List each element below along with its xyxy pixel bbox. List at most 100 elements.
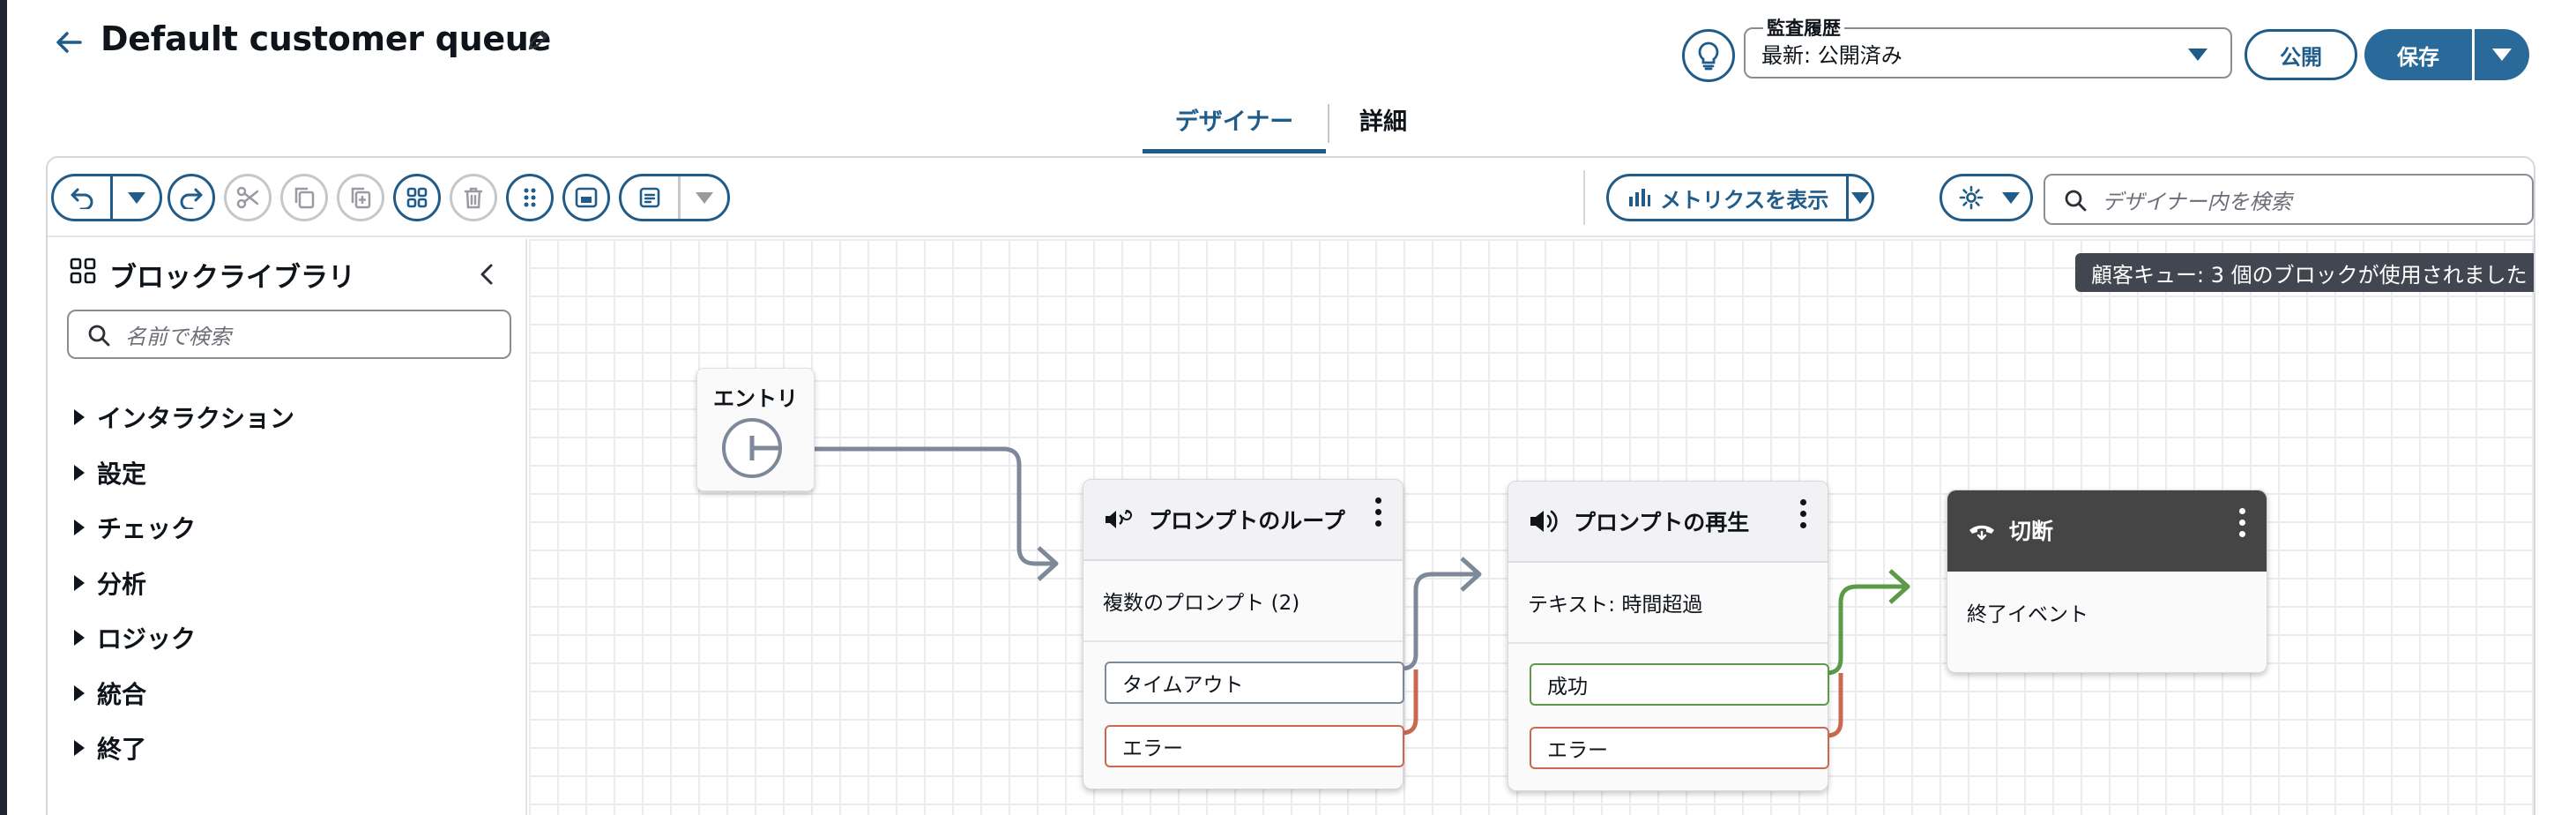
scissors-icon bbox=[236, 186, 259, 209]
select-all-button[interactable] bbox=[393, 174, 441, 221]
metrics-options-button[interactable] bbox=[1846, 176, 1872, 219]
block-library-title: ブロックライブラリ bbox=[109, 262, 355, 294]
show-metrics-label: メトリクスを表示 bbox=[1660, 187, 1829, 213]
block-description: テキスト: 時間超過 bbox=[1508, 563, 1828, 644]
category-logic[interactable]: ロジック bbox=[74, 618, 196, 657]
collapse-library-button[interactable] bbox=[471, 258, 503, 290]
notes-group bbox=[619, 174, 730, 221]
chevron-down-icon bbox=[2492, 49, 2512, 61]
branch-timeout[interactable]: タイムアウト bbox=[1105, 662, 1404, 704]
category-label: 分析 bbox=[97, 570, 147, 599]
tab-details[interactable]: 詳細 bbox=[1329, 102, 1437, 153]
duplicate-button[interactable] bbox=[337, 174, 384, 221]
category-integration[interactable]: 統合 bbox=[74, 674, 146, 713]
block-library-icon bbox=[70, 258, 96, 284]
search-icon bbox=[2065, 190, 2087, 212]
caret-right-icon bbox=[74, 630, 85, 646]
duplicate-icon bbox=[351, 187, 371, 209]
category-terminate[interactable]: 終了 bbox=[74, 729, 146, 767]
window-edge bbox=[0, 0, 7, 815]
caret-right-icon bbox=[74, 465, 85, 481]
block-search-input[interactable]: 名前で検索 bbox=[67, 310, 511, 359]
arrow-left-icon bbox=[56, 32, 82, 53]
flow-canvas[interactable]: 顧客キュー: 3 個のブロックが使用されました エントリ プロンプトのループ 複… bbox=[529, 239, 2534, 815]
publish-button[interactable]: 公開 bbox=[2245, 29, 2357, 80]
cut-button[interactable] bbox=[224, 174, 272, 221]
block-disconnect[interactable]: 切断 終了イベント bbox=[1947, 490, 2267, 673]
undo-button[interactable] bbox=[54, 176, 110, 219]
category-label: 終了 bbox=[97, 735, 147, 764]
branch-error[interactable]: エラー bbox=[1530, 727, 1829, 769]
hangup-icon bbox=[1969, 525, 1994, 541]
undo-group bbox=[51, 174, 162, 221]
caret-right-icon bbox=[74, 520, 85, 535]
block-title: 切断 bbox=[2009, 519, 2054, 544]
notes-options-button[interactable] bbox=[678, 176, 727, 219]
more-options-icon[interactable] bbox=[1373, 497, 1383, 533]
page-title: Default customer queue bbox=[101, 19, 552, 58]
designer-search-input[interactable]: デザイナー内を検索 bbox=[2044, 174, 2534, 225]
category-label: 統合 bbox=[97, 680, 147, 709]
insights-button[interactable] bbox=[1682, 29, 1735, 82]
block-header: プロンプトのループ bbox=[1083, 480, 1403, 561]
speaker-loop-icon bbox=[1106, 510, 1132, 528]
entry-start-icon bbox=[749, 436, 778, 460]
minimap-button[interactable] bbox=[562, 174, 610, 221]
category-label: チェック bbox=[97, 514, 197, 543]
back-button[interactable] bbox=[53, 26, 85, 58]
category-interaction[interactable]: インタラクション bbox=[74, 398, 294, 437]
block-library: ブロックライブラリ 名前で検索 インタラクション 設定 チェック 分析 ロジック… bbox=[48, 239, 527, 815]
chevron-down-icon bbox=[2002, 191, 2020, 204]
chevron-left-icon bbox=[480, 264, 493, 285]
category-check[interactable]: チェック bbox=[74, 508, 196, 547]
notes-button[interactable] bbox=[622, 176, 678, 219]
grid-icon bbox=[406, 187, 428, 208]
edit-title-button[interactable] bbox=[524, 25, 554, 55]
delete-button[interactable] bbox=[450, 174, 497, 221]
more-options-icon[interactable] bbox=[2237, 508, 2247, 543]
branch-error[interactable]: エラー bbox=[1105, 725, 1404, 767]
block-title: プロンプトの再生 bbox=[1574, 510, 1750, 535]
category-label: ロジック bbox=[97, 624, 197, 654]
designer-search-placeholder: デザイナー内を検索 bbox=[2102, 189, 2292, 214]
entry-node[interactable]: エントリ bbox=[696, 368, 815, 491]
drag-dots-icon bbox=[524, 188, 536, 207]
bar-chart-icon bbox=[1629, 189, 1650, 206]
undo-history-button[interactable] bbox=[110, 176, 160, 219]
block-loop-prompts[interactable]: プロンプトのループ 複数のプロンプト (2) タイムアウト エラー bbox=[1083, 479, 1404, 789]
block-description: 終了イベント bbox=[1967, 603, 2088, 626]
copy-button[interactable] bbox=[280, 174, 328, 221]
redo-button[interactable] bbox=[168, 174, 215, 221]
pencil-icon bbox=[528, 30, 548, 50]
more-options-icon[interactable] bbox=[1798, 499, 1808, 535]
block-search-placeholder: 名前で検索 bbox=[125, 324, 231, 349]
block-description: 複数のプロンプト (2) bbox=[1083, 561, 1403, 642]
search-icon bbox=[88, 325, 110, 347]
entry-port[interactable] bbox=[722, 418, 782, 478]
caret-right-icon bbox=[74, 685, 85, 701]
drag-handle-button[interactable] bbox=[506, 174, 554, 221]
category-settings[interactable]: 設定 bbox=[74, 453, 146, 492]
block-header: プロンプトの再生 bbox=[1508, 482, 1828, 563]
settings-caret bbox=[1992, 191, 2030, 204]
category-analytics[interactable]: 分析 bbox=[74, 564, 146, 602]
audit-history-label: 監査履歴 bbox=[1763, 14, 1844, 41]
save-options-button[interactable] bbox=[2475, 29, 2529, 80]
tab-designer[interactable]: デザイナー bbox=[1143, 102, 1326, 153]
show-metrics-button[interactable]: メトリクスを表示 bbox=[1609, 176, 1846, 219]
branch-success[interactable]: 成功 bbox=[1530, 663, 1829, 706]
settings-dropdown-button[interactable] bbox=[1939, 174, 2033, 221]
block-header: 切断 bbox=[1947, 490, 2267, 572]
block-play-prompt[interactable]: プロンプトの再生 テキスト: 時間超過 成功 エラー bbox=[1508, 481, 1829, 791]
chevron-down-icon bbox=[1851, 191, 1870, 204]
chevron-down-icon bbox=[2188, 49, 2207, 61]
chevron-down-icon bbox=[127, 191, 145, 204]
save-button[interactable]: 保存 bbox=[2364, 29, 2472, 80]
toolbar-divider bbox=[1583, 170, 1585, 225]
caret-right-icon bbox=[74, 409, 85, 425]
gear-icon bbox=[1959, 185, 1984, 210]
entry-label: エントリ bbox=[713, 386, 798, 411]
metrics-group: メトリクスを表示 bbox=[1606, 174, 1874, 221]
designer-panel: メトリクスを表示 デザイナー内を検索 ブロックライブラリ 名前で検索 インタラク… bbox=[46, 156, 2535, 815]
category-label: 設定 bbox=[97, 460, 147, 489]
